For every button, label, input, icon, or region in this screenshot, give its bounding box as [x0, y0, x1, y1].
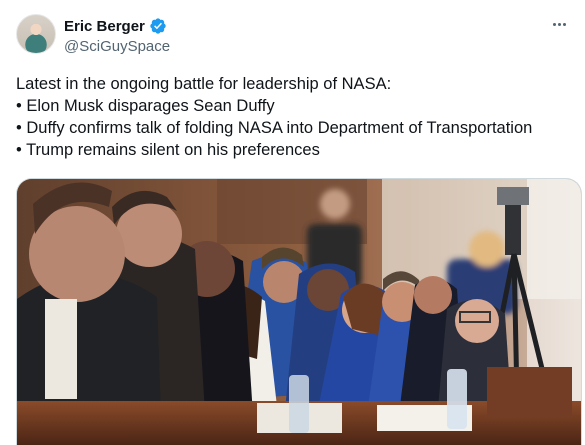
tweet-header: Eric Berger @SciGuySpace [16, 14, 571, 58]
author-display-name[interactable]: Eric Berger [64, 18, 145, 35]
hearing-photo-image [17, 179, 581, 445]
tweet-photo[interactable] [16, 178, 582, 445]
tweet-line: Latest in the ongoing battle for leaders… [16, 75, 392, 93]
more-options-icon[interactable] [547, 14, 571, 34]
tweet-line: • Duffy confirms talk of folding NASA in… [16, 119, 533, 137]
tweet-line: • Trump remains silent on his preference… [16, 141, 320, 159]
author-name-row: Eric Berger [64, 16, 167, 36]
tweet-line: • Elon Musk disparages Sean Duffy [16, 97, 275, 115]
verified-badge-icon [149, 17, 167, 35]
author-handle[interactable]: @SciGuySpace [64, 38, 170, 55]
author-avatar[interactable] [16, 14, 56, 54]
tweet-text: Latest in the ongoing battle for leaders… [16, 73, 576, 161]
